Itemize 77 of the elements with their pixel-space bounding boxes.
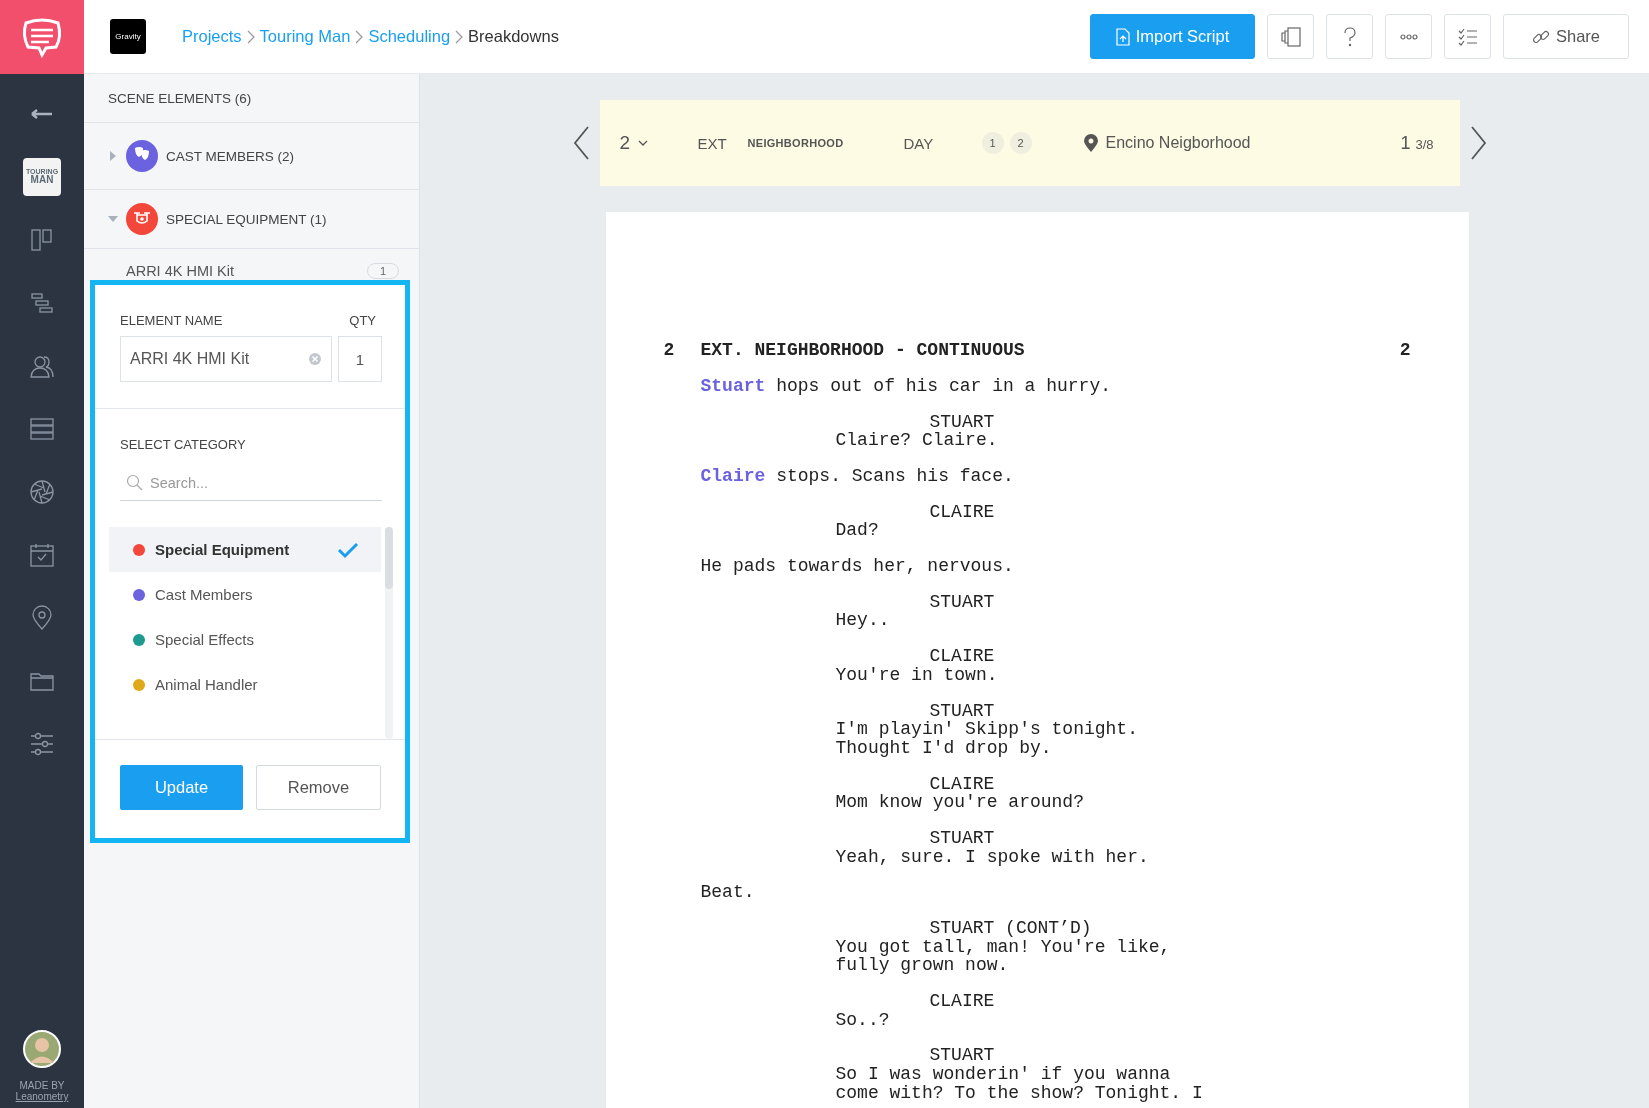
category-option[interactable]: Special Equipment <box>109 527 381 572</box>
more-icon <box>1399 33 1418 40</box>
cast-number-badge: 2 <box>1009 132 1032 154</box>
dialogue-line: Claire? Claire. <box>835 430 998 451</box>
action-line: Stuart hops out of his car in a hurry. <box>700 375 1111 396</box>
panel-title: SCENE ELEMENTS (6) <box>108 90 252 106</box>
checklist-button[interactable] <box>1444 14 1491 59</box>
int-ext-label: EXT <box>697 134 728 152</box>
search-icon <box>126 474 144 492</box>
dialogue-line: Mom know you're around? <box>835 792 1084 813</box>
previous-scene-icon[interactable] <box>571 125 592 161</box>
chevron-right-icon <box>454 28 465 45</box>
character-name: STUART <box>929 700 995 721</box>
character-name: CLAIRE <box>929 646 995 667</box>
share-button[interactable]: Share <box>1503 14 1629 59</box>
dialogue-line: Hey.. <box>835 610 890 631</box>
dialogue-line: You got tall, man! You're like, fully grown now. <box>835 936 1171 976</box>
chevron-down-icon[interactable] <box>638 140 649 146</box>
element-group-row[interactable]: SPECIAL EQUIPMENT (1) <box>84 190 419 249</box>
element-group-row[interactable]: CAST MEMBERS (2) <box>84 123 419 190</box>
element-name[interactable]: ARRI 4K HMI Kit <box>126 263 367 279</box>
dialogue-line: I'm playin' Skipp's tonight. Thought I'd drop by. <box>835 719 1138 758</box>
field-label: ELEMENT NAME <box>120 313 223 328</box>
checkmark-icon <box>337 540 359 559</box>
category-option[interactable]: Cast Members <box>109 572 381 617</box>
character-name: STUART <box>929 591 995 612</box>
location-label: NEIGHBORHOOD <box>747 137 845 149</box>
scene-number: 2 <box>1399 341 1411 360</box>
scene-heading: EXT. NEIGHBORHOOD - CONTINUOUS <box>700 341 1026 360</box>
action-line: Claire stops. Scans his face. <box>700 465 1014 486</box>
dialogue-line: Dad? <box>835 520 879 541</box>
character-name: STUART <box>929 1045 995 1066</box>
dialogue-line: So..? <box>835 1009 890 1030</box>
action-line: He pads towards her, nervous. <box>700 556 1014 577</box>
section-label: SELECT CATEGORY <box>120 437 247 452</box>
calendar-icon[interactable] <box>29 541 55 568</box>
category-option[interactable]: Special Effects <box>109 617 381 662</box>
app-logo[interactable] <box>0 0 84 74</box>
stripboard-icon[interactable] <box>29 415 55 442</box>
made-by-label: MADE BY <box>19 1080 65 1091</box>
character-name: STUART (CONT’D) <box>929 918 1092 939</box>
location-pin-icon[interactable] <box>29 604 55 631</box>
category-option[interactable]: Animal Handler <box>109 662 381 707</box>
character-name: CLAIRE <box>929 501 995 522</box>
company-logo: Gravity <box>110 19 146 54</box>
dialogue-line: Yeah, sure. I spoke with her. <box>835 846 1149 867</box>
avatar[interactable] <box>23 1030 61 1068</box>
character-name: CLAIRE <box>929 991 995 1012</box>
remove-button[interactable]: Remove <box>256 765 381 810</box>
set-name: Encino Neigborhood <box>1105 134 1251 152</box>
character-name: STUART <box>929 827 995 848</box>
dialogue-line: So I was wonderin' if you wanna come with? To the show? Tonight. I <box>835 1064 1203 1103</box>
character-name: CLAIRE <box>929 773 995 794</box>
action-line: Beat. <box>700 882 755 903</box>
chevron-right-icon <box>354 28 365 45</box>
dialogue-line: You're in town. <box>835 664 998 685</box>
cast-number-badge: 1 <box>981 132 1004 154</box>
more-button[interactable] <box>1385 14 1432 59</box>
file-upload-icon <box>1115 27 1130 46</box>
sliders-icon[interactable] <box>29 730 55 757</box>
breadcrumb-current: Breakdowns <box>468 27 559 46</box>
page-count: 1 3/8 <box>1400 132 1434 154</box>
panels-button[interactable] <box>1267 14 1314 59</box>
element-name-field[interactable]: ARRI 4K HMI Kit <box>120 336 332 382</box>
time-label: DAY <box>903 134 935 152</box>
chevron-right-icon <box>245 28 256 45</box>
field-label: QTY <box>349 313 376 328</box>
aperture-icon[interactable] <box>29 478 55 505</box>
scrollbar[interactable] <box>385 527 393 739</box>
panels-icon <box>1279 25 1302 48</box>
board-icon[interactable] <box>29 226 55 253</box>
company-link[interactable]: Leanometry <box>15 1091 69 1102</box>
scene-number: 2 <box>663 341 676 360</box>
location-pin-icon <box>1083 134 1098 152</box>
quantity-field[interactable]: 1 <box>338 336 382 382</box>
character-name: STUART <box>929 411 995 432</box>
scene-number[interactable]: 2 <box>619 132 631 154</box>
